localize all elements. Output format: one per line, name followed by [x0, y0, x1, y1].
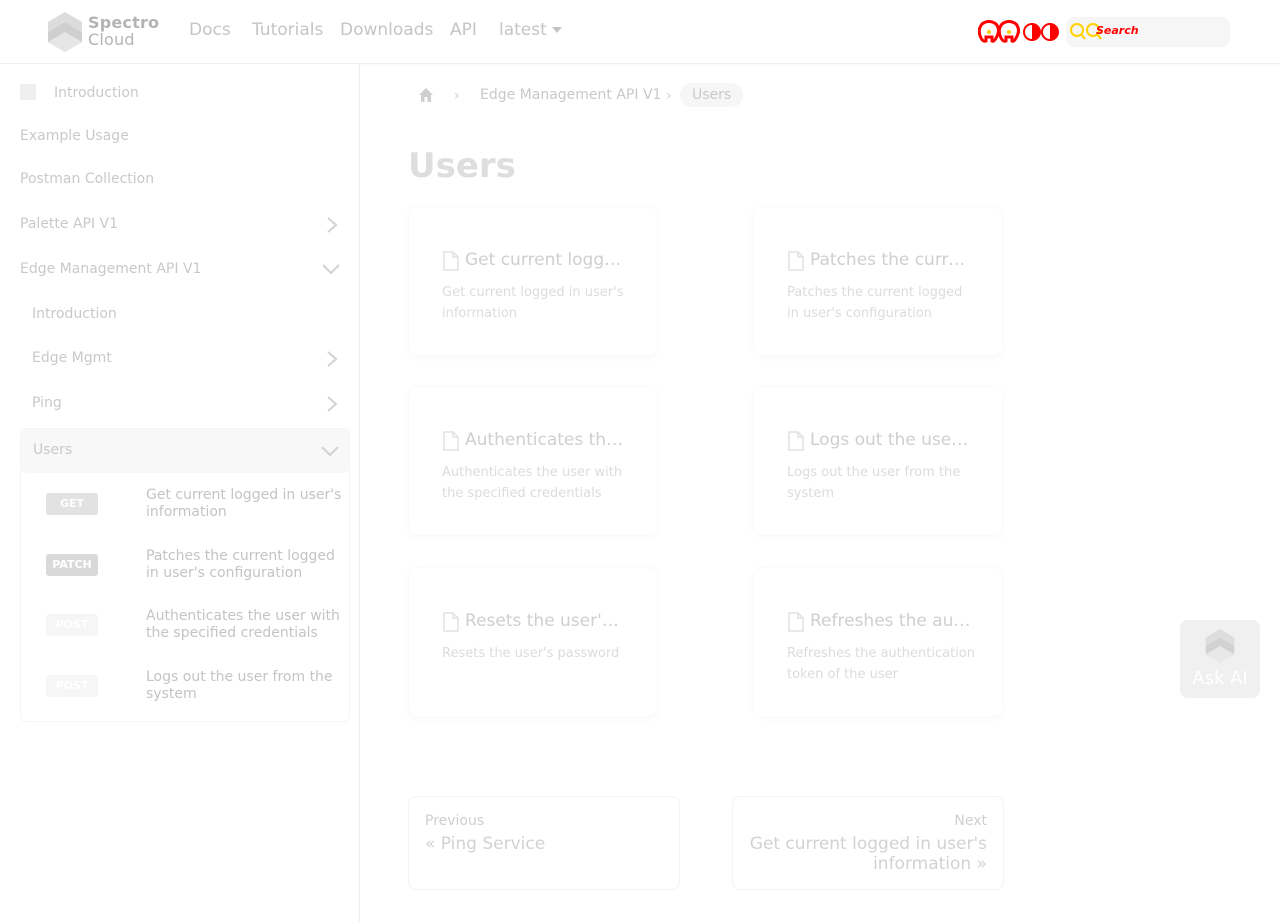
method-badge-post: POST — [46, 614, 98, 636]
docs-sidebar: Introduction Example Usage Postman Colle… — [0, 64, 360, 922]
card-description: Resets the user's password — [442, 646, 620, 661]
endpoint-label: Get current logged in user's information — [146, 487, 342, 520]
spectro-cloud-logo-icon — [1205, 629, 1235, 663]
nav-icon-group — [978, 20, 1068, 44]
sidebar-endpoint-get-current-user[interactable]: GET Get current logged in user's informa… — [21, 487, 351, 543]
endpoint-card[interactable]: Resets the user's p… Resets the user's p… — [408, 567, 658, 717]
nav-api[interactable]: API — [450, 20, 477, 40]
card-title: Refreshes the auth… — [810, 611, 972, 631]
chevron-right-icon[interactable] — [324, 395, 340, 413]
card-description: Refreshes the authentication token of th… — [787, 646, 975, 682]
logo-wordmark: Spectro Cloud — [88, 14, 159, 48]
sidebar-item-edge-introduction[interactable]: Introduction — [32, 306, 350, 322]
ask-ai-label: Ask AI — [1192, 668, 1248, 689]
sidebar-item-ping[interactable]: Ping — [32, 395, 350, 413]
chevron-down-icon[interactable] — [321, 443, 339, 459]
contrast-icon[interactable] — [1040, 22, 1060, 42]
card-description: Get current logged in user's information — [442, 285, 624, 321]
sidebar-endpoint-patch-current-user[interactable]: PATCH Patches the current logged in user… — [21, 548, 351, 604]
endpoint-card[interactable]: Patches the current… Patches the current… — [753, 206, 1003, 356]
sidebar-users-group: Users GET Get current logged in user's i… — [20, 428, 350, 722]
breadcrumb-edge-management-api-v1[interactable]: Edge Management API V1 — [480, 87, 661, 103]
top-navbar: Spectro Cloud Docs Tutorials Downloads A… — [0, 0, 1280, 64]
breadcrumb-current-users: Users — [680, 83, 744, 107]
logo-line-2: Cloud — [88, 30, 135, 49]
card-description: Patches the current logged in user's con… — [787, 285, 963, 321]
pagination-previous-label: « Ping Service — [425, 834, 546, 854]
pagination-next[interactable]: Next Get current logged in user's inform… — [732, 796, 1004, 890]
document-icon — [788, 431, 804, 451]
card-description: Logs out the user from the system — [787, 465, 961, 501]
nav-downloads[interactable]: Downloads — [340, 20, 433, 40]
version-dropdown-label: latest — [499, 20, 547, 40]
breadcrumb-separator-icon: › — [454, 88, 460, 104]
document-icon — [443, 251, 459, 271]
sidebar-item-label: Edge Mgmt — [32, 350, 112, 366]
sidebar-item-label: Palette API V1 — [20, 216, 119, 232]
sidebar-item-edge-management-api-v1[interactable]: Edge Management API V1 — [20, 261, 350, 277]
sidebar-item-palette-api-v1[interactable]: Palette API V1 — [20, 216, 350, 234]
breadcrumb-separator-icon: › — [666, 88, 672, 104]
endpoint-label: Logs out the user from the system — [146, 669, 333, 702]
home-icon[interactable] — [418, 87, 434, 103]
method-badge-patch: PATCH — [46, 554, 98, 576]
chevron-right-icon[interactable] — [324, 216, 340, 234]
pagination-next-label: Get current logged in user's information… — [749, 834, 987, 874]
endpoint-card[interactable]: Authenticates the u… Authenticates the u… — [408, 386, 658, 536]
pagination-previous[interactable]: Previous « Ping Service — [408, 796, 680, 890]
nav-docs[interactable]: Docs — [189, 20, 231, 40]
spectro-cloud-logo[interactable]: Spectro Cloud — [46, 11, 159, 53]
document-icon — [788, 612, 804, 632]
card-title: Get current logged… — [465, 250, 627, 270]
sidebar-item-users[interactable]: Users — [21, 429, 349, 473]
page-title: Users — [408, 146, 516, 186]
logo-line-1: Spectro — [88, 13, 160, 32]
sidebar-item-label: Users — [33, 442, 73, 458]
card-title: Resets the user's p… — [465, 611, 627, 631]
main-content: › Edge Management API V1 › Users Users G… — [360, 64, 1280, 922]
card-title: Logs out the user fr… — [810, 430, 972, 450]
endpoint-label: Patches the current logged in user's con… — [146, 548, 335, 581]
ask-ai-button[interactable]: Ask AI — [1180, 620, 1260, 698]
nav-tutorials[interactable]: Tutorials — [252, 20, 323, 40]
pagination-next-sublabel: Next — [954, 813, 987, 829]
sidebar-item-label: Ping — [32, 395, 62, 411]
card-title: Authenticates the u… — [465, 430, 627, 450]
endpoint-card[interactable]: Get current logged… Get current logged i… — [408, 206, 658, 356]
document-icon — [788, 251, 804, 271]
endpoint-card[interactable]: Logs out the user fr… Logs out the user … — [753, 386, 1003, 536]
document-icon — [443, 612, 459, 632]
endpoint-card[interactable]: Refreshes the auth… Refreshes the authen… — [753, 567, 1003, 717]
sidebar-item-postman-collection[interactable]: Postman Collection — [20, 171, 350, 187]
sidebar-endpoint-logout-user[interactable]: POST Logs out the user from the system — [21, 669, 351, 725]
card-title: Patches the current… — [810, 250, 972, 270]
sidebar-item-label: Edge Management API V1 — [20, 261, 202, 277]
version-dropdown[interactable]: latest — [499, 20, 562, 40]
chevron-right-icon[interactable] — [324, 350, 340, 368]
pagination-previous-sublabel: Previous — [425, 813, 485, 829]
endpoint-label: Authenticates the user with the specifie… — [146, 608, 340, 641]
theme-toggle-icon[interactable] — [1022, 22, 1042, 42]
chevron-down-icon[interactable] — [322, 261, 340, 277]
introduction-icon — [20, 84, 36, 100]
sidebar-item-label: Introduction — [54, 85, 139, 101]
sidebar-item-introduction[interactable]: Introduction — [20, 84, 350, 101]
caret-down-icon — [551, 27, 562, 33]
spectro-cloud-logo-icon — [48, 12, 82, 52]
sidebar-item-edge-mgmt[interactable]: Edge Mgmt — [32, 350, 350, 368]
search-label: Search — [1096, 24, 1139, 37]
document-icon — [443, 431, 459, 451]
card-description: Authenticates the user with the specifie… — [442, 465, 623, 501]
github-icon[interactable] — [978, 20, 1022, 44]
search-button[interactable]: Search — [1066, 17, 1230, 47]
method-badge-get: GET — [46, 493, 98, 515]
sidebar-endpoint-authenticate-user[interactable]: POST Authenticates the user with the spe… — [21, 608, 351, 664]
method-badge-post: POST — [46, 675, 98, 697]
sidebar-item-example-usage[interactable]: Example Usage — [20, 128, 350, 144]
